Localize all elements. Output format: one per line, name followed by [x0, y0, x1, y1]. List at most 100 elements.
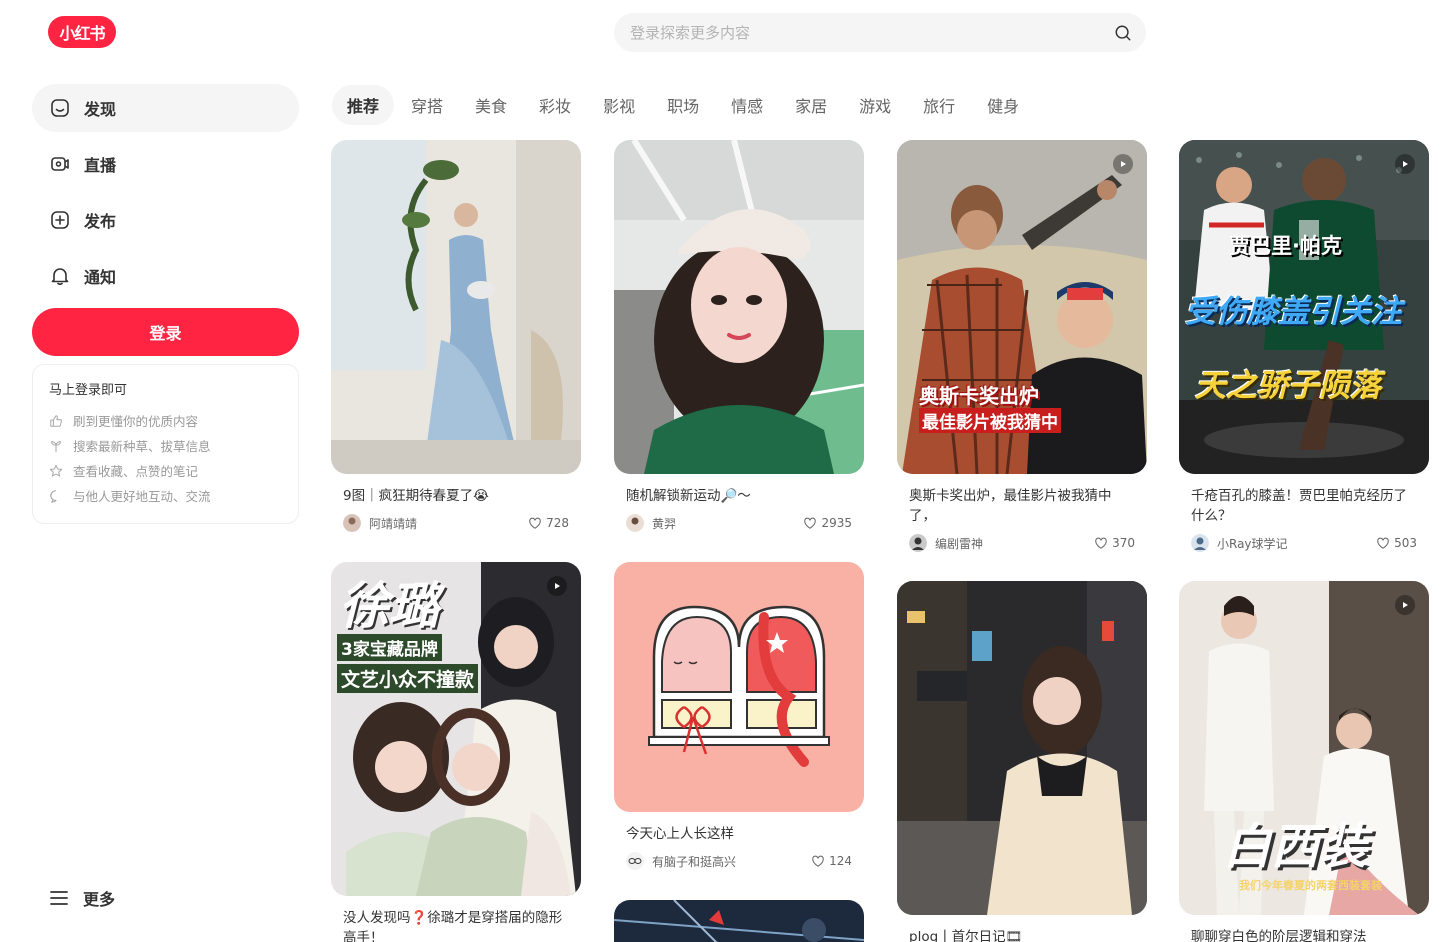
- menu-icon: [50, 891, 68, 905]
- logo[interactable]: 小红书: [48, 16, 116, 48]
- note-title[interactable]: 千疮百孔的膝盖！贾巴里帕克经历了什么？: [1179, 474, 1429, 526]
- video-indicator: [1395, 154, 1415, 174]
- sidebar-item-discover[interactable]: 发现: [32, 84, 299, 132]
- tab-film[interactable]: 影视: [588, 85, 650, 125]
- play-icon: [1403, 602, 1408, 608]
- star-icon: [49, 464, 63, 477]
- note-title[interactable]: 奥斯卡奖出炉，最佳影片被我猜中了，: [897, 474, 1147, 526]
- feed-card[interactable]: plog丨首尔日记🎞: [897, 581, 1147, 942]
- sidebar-item-label: 通知: [84, 268, 117, 287]
- heart-icon: [529, 517, 541, 529]
- author-name: 小Ray球学记: [1217, 536, 1288, 551]
- tab-travel[interactable]: 旅行: [908, 85, 970, 125]
- note-title[interactable]: 没人发现吗❓徐璐才是穿搭届的隐形高手！: [331, 896, 581, 942]
- sidebar-item-label: 直播: [84, 156, 117, 175]
- sidebar-item-publish[interactable]: 发布: [32, 196, 299, 244]
- tab-home[interactable]: 家居: [780, 85, 842, 125]
- benefit-row: 查看收藏、点赞的笔记: [49, 458, 282, 483]
- benefit-text: 搜索最新种草、拔草信息: [73, 439, 211, 454]
- video-indicator: [1113, 154, 1133, 174]
- note-title[interactable]: 9图｜疯狂期待春夏了😭: [331, 474, 581, 506]
- cover-overlay-text: 天之骄子陨落: [1195, 368, 1381, 404]
- sidebar-item-label: 发布: [84, 212, 117, 231]
- like-button[interactable]: 2935: [803, 516, 852, 530]
- note-author[interactable]: 编剧雷神: [909, 534, 983, 552]
- cover-overlay-text: 徐璐: [339, 577, 439, 635]
- like-button[interactable]: 728: [528, 516, 569, 530]
- benefit-text: 刷到更懂你的优质内容: [73, 414, 199, 429]
- benefit-text: 与他人更好地互动、交流: [73, 489, 211, 504]
- thumb-up-icon: [50, 414, 62, 427]
- bell-icon: [51, 268, 69, 286]
- author-name: 黄羿: [652, 516, 677, 531]
- note-cover-image[interactable]: [331, 140, 581, 474]
- feed-card[interactable]: 今天心上人长这样 有脑子和挺高兴 124: [614, 562, 864, 872]
- note-cover-image[interactable]: 贾巴里·帕克 受伤膝盖引关注 天之骄子陨落: [1179, 140, 1429, 474]
- tab-outfit[interactable]: 穿搭: [396, 85, 458, 125]
- tab-food[interactable]: 美食: [460, 85, 522, 125]
- cover-overlay-text: 3家宝藏品牌: [337, 634, 442, 661]
- tab-makeup[interactable]: 彩妆: [524, 85, 586, 125]
- note-author[interactable]: 黄羿: [626, 514, 676, 532]
- note-cover-image[interactable]: 徐璐 3家宝藏品牌 文艺小众不撞款: [331, 562, 581, 896]
- cover-overlay-text: 我们今年春夏的两套西装套装: [1239, 879, 1382, 892]
- note-title[interactable]: plog丨首尔日记🎞: [897, 915, 1147, 942]
- note-cover-image[interactable]: [614, 562, 864, 812]
- video-indicator: [1395, 595, 1415, 615]
- tab-recommend[interactable]: 推荐: [332, 85, 395, 125]
- like-count: 728: [546, 516, 569, 530]
- feed-card[interactable]: 徐璐 3家宝藏品牌 文艺小众不撞款 没人发现吗❓徐璐才是穿搭届的隐形高手！: [331, 562, 581, 942]
- note-author[interactable]: 小Ray球学记: [1191, 534, 1288, 552]
- feed-card[interactable]: 随机解锁新运动🔎～ 黄羿 2935: [614, 140, 864, 534]
- login-card-title: 马上登录即可: [49, 383, 128, 398]
- note-meta: 有脑子和挺高兴 124: [614, 844, 864, 872]
- play-icon: [1121, 161, 1126, 167]
- note-cover-image[interactable]: [614, 900, 864, 942]
- benefit-row: 搜索最新种草、拔草信息: [49, 433, 282, 458]
- search-bar[interactable]: [614, 13, 1146, 52]
- like-button[interactable]: 503: [1376, 536, 1417, 550]
- tab-career[interactable]: 职场: [652, 85, 714, 125]
- note-author[interactable]: 有脑子和挺高兴: [626, 852, 736, 870]
- avatar: [1191, 534, 1209, 552]
- sidebar: 发现 直播 发布 通知 登录 马上登录即可 刷到更懂你的优质内容 搜索最新种草、…: [32, 84, 299, 524]
- like-count: 2935: [821, 516, 852, 530]
- avatar: [343, 514, 361, 532]
- like-count: 370: [1112, 536, 1135, 550]
- like-button[interactable]: 370: [1094, 536, 1135, 550]
- search-input[interactable]: [630, 23, 1114, 42]
- note-cover-image[interactable]: 白西装 我们今年春夏的两套西装套装: [1179, 581, 1429, 915]
- note-cover-image[interactable]: 奥斯卡奖出炉 最佳影片被我猜中: [897, 140, 1147, 474]
- cover-overlay-text: 受伤膝盖引关注: [1185, 294, 1402, 330]
- feed-card[interactable]: 奥斯卡奖出炉 最佳影片被我猜中 奥斯卡奖出炉，最佳影片被我猜中了， 编剧雷神 3…: [897, 140, 1147, 554]
- feed-card[interactable]: [614, 900, 864, 942]
- more-menu-button[interactable]: 更多: [50, 886, 115, 910]
- tab-fitness[interactable]: 健身: [972, 85, 1034, 125]
- tab-emotion[interactable]: 情感: [716, 85, 778, 125]
- cover-overlay-text: 最佳影片被我猜中: [919, 408, 1061, 433]
- note-meta: 小Ray球学记 503: [1179, 526, 1429, 554]
- play-icon: [1403, 161, 1408, 167]
- cover-overlay-text: 白西装: [1223, 819, 1368, 875]
- avatar: [626, 852, 644, 870]
- note-title[interactable]: 今天心上人长这样: [614, 812, 864, 844]
- sidebar-item-notify[interactable]: 通知: [32, 252, 299, 300]
- tab-game[interactable]: 游戏: [844, 85, 906, 125]
- feed-card[interactable]: 贾巴里·帕克 受伤膝盖引关注 天之骄子陨落 千疮百孔的膝盖！贾巴里帕克经历了什么…: [1179, 140, 1429, 554]
- note-cover-image[interactable]: [897, 581, 1147, 915]
- note-title[interactable]: 聊聊穿白色的阶层逻辑和穿法: [1179, 915, 1429, 942]
- author-name: 阿靖靖靖: [369, 516, 418, 531]
- sidebar-item-label: 发现: [84, 100, 117, 119]
- login-button[interactable]: 登录: [32, 308, 299, 356]
- like-button[interactable]: 124: [811, 854, 852, 868]
- feed-card[interactable]: 9图｜疯狂期待春夏了😭 阿靖靖靖 728: [331, 140, 581, 534]
- video-indicator: [547, 576, 567, 596]
- home-icon: [51, 99, 69, 117]
- sidebar-item-live[interactable]: 直播: [32, 140, 299, 188]
- note-cover-image[interactable]: [614, 140, 864, 474]
- search-icon[interactable]: [1114, 24, 1132, 42]
- avatar: [909, 534, 927, 552]
- note-title[interactable]: 随机解锁新运动🔎～: [614, 474, 864, 506]
- note-author[interactable]: 阿靖靖靖: [343, 514, 417, 532]
- feed-card[interactable]: 白西装 我们今年春夏的两套西装套装 聊聊穿白色的阶层逻辑和穿法: [1179, 581, 1429, 942]
